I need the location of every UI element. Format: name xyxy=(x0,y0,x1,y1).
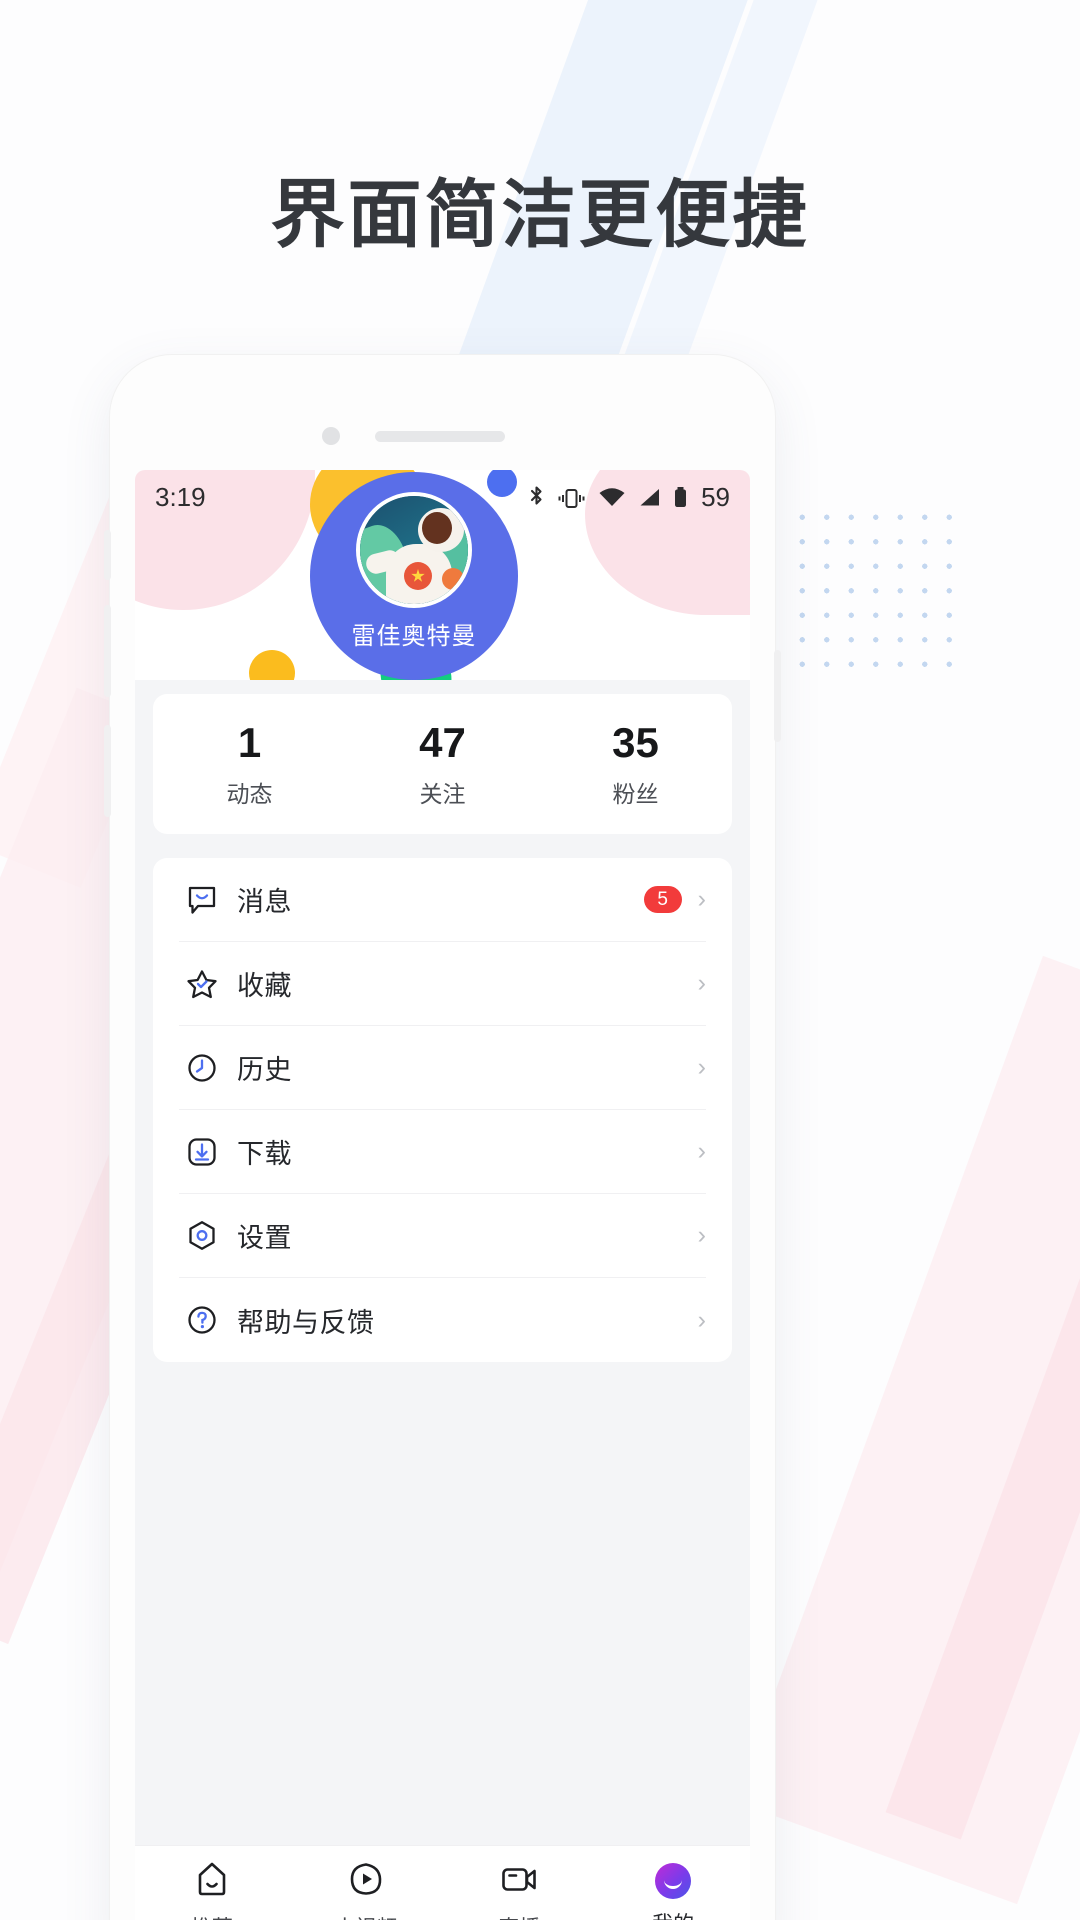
tab-label: 我的 xyxy=(652,1908,694,1920)
phone-mockup: 3:19 59 雷佳奥特曼 1 动态 47 关注 35 粉丝 消息 5 › 收藏… xyxy=(104,355,781,1920)
wifi-icon xyxy=(599,487,625,506)
menu-item-label: 收藏 xyxy=(237,971,292,1001)
profile-header: 3:19 59 雷佳奥特曼 xyxy=(135,470,750,680)
menu-item-label: 历史 xyxy=(237,1055,292,1085)
menu-item-help[interactable]: 帮助与反馈 › xyxy=(179,1278,706,1362)
profile-icon xyxy=(655,1863,692,1899)
play-icon xyxy=(347,1860,385,1903)
live-icon xyxy=(500,1860,538,1903)
message-icon xyxy=(179,883,225,917)
bottom-tab-bar: 推荐 小视频 直播 xyxy=(135,1845,750,1920)
decorative-dot xyxy=(249,650,295,680)
menu-item-trailing: › xyxy=(698,1223,706,1248)
menu-item-trailing: › xyxy=(698,1139,706,1164)
menu-item-favorites[interactable]: 收藏 › xyxy=(179,942,706,1026)
status-badge: 5 xyxy=(643,886,682,913)
phone-screen: 3:19 59 雷佳奥特曼 1 动态 47 关注 35 粉丝 消息 5 › 收藏… xyxy=(135,470,750,1920)
page-title: 界面简洁更便捷 xyxy=(270,172,810,258)
menu-item-trailing: › xyxy=(698,971,706,996)
chevron-right-icon: › xyxy=(697,1221,706,1249)
menu-item-downloads[interactable]: 下载 › xyxy=(179,1110,706,1194)
download-icon xyxy=(179,1135,225,1169)
phone-side-button xyxy=(774,650,781,742)
menu-item-label: 帮助与反馈 xyxy=(237,1307,375,1338)
avatar-shape xyxy=(442,568,464,590)
menu-item-trailing: › xyxy=(697,1305,706,1334)
stat-followers[interactable]: 35 粉丝 xyxy=(539,719,732,808)
status-time: 3:19 xyxy=(155,482,206,512)
signal-icon xyxy=(640,488,660,505)
menu-item-label: 消息 xyxy=(237,887,292,917)
chevron-right-icon: › xyxy=(697,885,706,913)
tab-live[interactable]: 直播 xyxy=(443,1860,597,1920)
stat-value: 1 xyxy=(237,719,262,767)
phone-side-button xyxy=(104,530,111,580)
chevron-right-icon: › xyxy=(697,1053,706,1081)
status-bar: 3:19 59 xyxy=(135,470,750,525)
phone-side-button xyxy=(104,725,111,817)
star-icon xyxy=(179,967,225,1001)
stat-posts[interactable]: 1 动态 xyxy=(153,719,346,808)
tab-label: 推荐 xyxy=(191,1912,233,1920)
battery-icon xyxy=(675,486,687,507)
status-icons: 59 xyxy=(528,482,730,513)
stat-value: 35 xyxy=(612,719,659,767)
chevron-right-icon: › xyxy=(697,969,706,997)
history-icon xyxy=(179,1051,225,1085)
stat-label: 粉丝 xyxy=(612,780,659,807)
stat-value: 47 xyxy=(419,719,466,767)
menu-card: 消息 5 › 收藏 › 历史 › 下载 › 设置 › 帮助与反馈 › xyxy=(153,858,732,1362)
menu-item-label: 设置 xyxy=(237,1223,292,1253)
vibrate-icon xyxy=(558,488,585,508)
tab-recommend[interactable]: 推荐 xyxy=(135,1860,289,1920)
tab-mine[interactable]: 我的 xyxy=(596,1863,750,1920)
phone-side-button xyxy=(104,605,111,697)
stat-label: 关注 xyxy=(419,780,466,807)
dot-grid-decoration xyxy=(790,505,970,680)
tab-label: 小视频 xyxy=(334,1912,397,1920)
front-camera xyxy=(322,427,340,445)
stat-label: 动态 xyxy=(226,780,273,807)
chevron-right-icon: › xyxy=(697,1305,706,1334)
menu-item-trailing: › xyxy=(698,1055,706,1080)
earpiece-speaker xyxy=(375,431,505,442)
menu-item-label: 下载 xyxy=(237,1139,292,1169)
settings-icon xyxy=(179,1219,225,1253)
menu-item-settings[interactable]: 设置 › xyxy=(179,1194,706,1278)
username: 雷佳奥特曼 xyxy=(351,623,477,650)
menu-item-messages[interactable]: 消息 5 › xyxy=(179,858,706,942)
battery-percentage: 59 xyxy=(701,482,730,512)
chevron-right-icon: › xyxy=(697,1137,706,1165)
bluetooth-icon xyxy=(531,485,542,505)
menu-item-trailing: 5 › xyxy=(643,885,706,913)
menu-item-history[interactable]: 历史 › xyxy=(179,1026,706,1110)
tab-short-video[interactable]: 小视频 xyxy=(289,1860,443,1920)
home-icon xyxy=(193,1860,231,1903)
tab-label: 直播 xyxy=(498,1912,540,1920)
help-icon xyxy=(179,1303,225,1337)
stats-card: 1 动态 47 关注 35 粉丝 xyxy=(153,694,732,834)
stat-following[interactable]: 47 关注 xyxy=(346,719,539,808)
